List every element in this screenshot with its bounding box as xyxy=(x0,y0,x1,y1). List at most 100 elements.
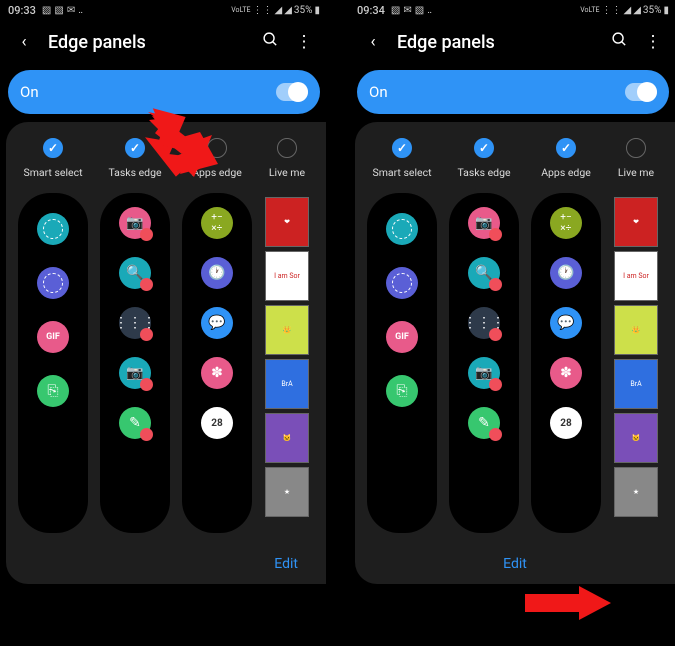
status-time: 09:33 xyxy=(8,4,36,17)
status-right: VoLTE ⋮⋮ ◢ ◢ 35% ▮ xyxy=(580,5,669,16)
badge-icon xyxy=(489,378,502,391)
live-tile: 🐱 xyxy=(265,413,309,463)
panel-label: Apps edge xyxy=(541,166,591,179)
search-app-icon: 🔍 xyxy=(468,257,500,289)
panel-preview-apps-edge[interactable]: +−×÷ 🕐 💬 ✽ 28 xyxy=(182,193,252,533)
status-bar: 09:34 ▧ ✉ ▧ ‥ VoLTE ⋮⋮ ◢ ◢ 35% ▮ xyxy=(351,0,675,20)
more-icon[interactable]: ⋮ xyxy=(643,32,663,52)
edit-link[interactable]: Edit xyxy=(503,556,527,572)
signal-icon: ◢ xyxy=(624,5,632,16)
badge-icon xyxy=(489,278,502,291)
switch-on-icon[interactable] xyxy=(625,83,657,101)
battery-icon: ▮ xyxy=(663,5,669,16)
panel-option-live-messages[interactable]: Live me xyxy=(264,138,310,179)
signal-icon: ◢ xyxy=(275,5,283,16)
messages-icon: 💬 xyxy=(550,307,582,339)
phone-screenshot-right: 09:34 ▧ ✉ ▧ ‥ VoLTE ⋮⋮ ◢ ◢ 35% ▮ ‹ Edge … xyxy=(351,0,675,646)
switch-on-icon[interactable] xyxy=(276,83,308,101)
badge-icon xyxy=(489,228,502,241)
search-icon[interactable] xyxy=(260,31,280,53)
camera-icon: 📷 xyxy=(468,207,500,239)
panel-preview-apps-edge[interactable]: +−×÷ 🕐 💬 ✽ 28 xyxy=(531,193,601,533)
gif-icon: GIF xyxy=(386,321,418,353)
edit-link[interactable]: Edit xyxy=(274,556,298,572)
panel-option-tasks-edge[interactable]: Tasks edge xyxy=(449,138,519,179)
app-bar: ‹ Edge panels ⋮ xyxy=(351,20,675,64)
volte-icon: VoLTE xyxy=(580,6,599,14)
live-tile: ★ xyxy=(265,467,309,517)
panel-preview-live-messages[interactable]: ❤ I am Sor 👑 BrA 🐱 ★ xyxy=(264,193,310,531)
edit-icon: ✎ xyxy=(468,407,500,439)
battery-percent: 35% xyxy=(294,5,313,16)
panel-preview-tasks-edge[interactable]: 📷 🔍 ⋮⋮⋮ 📷 ✎ xyxy=(100,193,170,533)
calendar-icon: 28 xyxy=(201,407,233,439)
panel-option-apps-edge[interactable]: Apps edge xyxy=(531,138,601,179)
page-title: Edge panels xyxy=(48,32,246,53)
annotation-arrow-icon xyxy=(521,584,613,624)
camera2-icon: 📷 xyxy=(119,357,151,389)
panel-label: Smart select xyxy=(23,166,82,179)
phone-screenshot-left: 09:33 ▧ ▧ ✉ ‥ VoLTE ⋮⋮ ◢ ◢ 35% ▮ ‹ Edge … xyxy=(2,0,326,646)
oval-select-icon xyxy=(37,267,69,299)
master-toggle[interactable]: On xyxy=(8,70,320,114)
panel-selectors: Smart select Tasks edge Apps edge Live m… xyxy=(363,138,675,179)
panel-label: Live me xyxy=(618,166,654,179)
checkbox-checked-icon[interactable] xyxy=(125,138,145,158)
pin-icon: ⎘ xyxy=(37,375,69,407)
camera2-icon: 📷 xyxy=(468,357,500,389)
calendar-icon: 28 xyxy=(550,407,582,439)
search-app-icon: 🔍 xyxy=(119,257,151,289)
clock-icon: 🕐 xyxy=(201,257,233,289)
more-icon[interactable]: ⋮ xyxy=(294,32,314,52)
status-time: 09:34 xyxy=(357,4,385,17)
live-tile: 🐱 xyxy=(614,413,658,463)
app-bar: ‹ Edge panels ⋮ xyxy=(2,20,326,64)
live-tile: 👑 xyxy=(614,305,658,355)
wifi-icon: ⋮⋮ xyxy=(253,5,273,16)
badge-icon xyxy=(140,378,153,391)
live-tile: BrA xyxy=(614,359,658,409)
calculator-icon: +−×÷ xyxy=(201,207,233,239)
panel-option-smart-select[interactable]: Smart select xyxy=(18,138,88,179)
message-icon: ✉ xyxy=(403,5,411,16)
live-tile: 👑 xyxy=(265,305,309,355)
panel-preview-live-messages[interactable]: ❤ I am Sor 👑 BrA 🐱 ★ xyxy=(613,193,659,531)
back-button[interactable]: ‹ xyxy=(14,32,34,52)
checkbox-unchecked-icon[interactable] xyxy=(626,138,646,158)
checkbox-checked-icon[interactable] xyxy=(474,138,494,158)
checkbox-checked-icon[interactable] xyxy=(392,138,412,158)
panel-previews: GIF ⎘ 📷 🔍 ⋮⋮⋮ 📷 ✎ +−×÷ 🕐 💬 ✽ 28 ❤ xyxy=(14,193,326,533)
more-indicator: ‥ xyxy=(78,5,83,16)
search-icon[interactable] xyxy=(609,31,629,53)
badge-icon xyxy=(140,228,153,241)
image-icon: ▧ xyxy=(42,5,51,16)
status-right: VoLTE ⋮⋮ ◢ ◢ 35% ▮ xyxy=(231,5,320,16)
badge-icon xyxy=(140,278,153,291)
panel-option-live-messages[interactable]: Live me xyxy=(613,138,659,179)
battery-percent: 35% xyxy=(643,5,662,16)
gif-icon: GIF xyxy=(37,321,69,353)
dialpad-icon: ⋮⋮⋮ xyxy=(119,307,151,339)
badge-icon xyxy=(140,328,153,341)
checkbox-unchecked-icon[interactable] xyxy=(277,138,297,158)
volte-icon: VoLTE xyxy=(231,6,250,14)
badge-icon xyxy=(489,328,502,341)
panel-option-smart-select[interactable]: Smart select xyxy=(367,138,437,179)
live-tile: I am Sor xyxy=(614,251,658,301)
toggle-label: On xyxy=(20,83,39,101)
flower-icon: ✽ xyxy=(201,357,233,389)
messages-icon: 💬 xyxy=(201,307,233,339)
toggle-label: On xyxy=(369,83,388,101)
master-toggle[interactable]: On xyxy=(357,70,669,114)
pin-icon: ⎘ xyxy=(386,375,418,407)
annotation-arrow-icon xyxy=(144,114,220,178)
checkbox-checked-icon[interactable] xyxy=(43,138,63,158)
panel-preview-tasks-edge[interactable]: 📷 🔍 ⋮⋮⋮ 📷 ✎ xyxy=(449,193,519,533)
image-icon: ▧ xyxy=(54,5,63,16)
back-button[interactable]: ‹ xyxy=(363,32,383,52)
rectangle-select-icon xyxy=(386,213,418,245)
panel-label: Live me xyxy=(269,166,305,179)
panel-preview-smart-select[interactable]: GIF ⎘ xyxy=(18,193,88,533)
panel-preview-smart-select[interactable]: GIF ⎘ xyxy=(367,193,437,533)
checkbox-checked-icon[interactable] xyxy=(556,138,576,158)
